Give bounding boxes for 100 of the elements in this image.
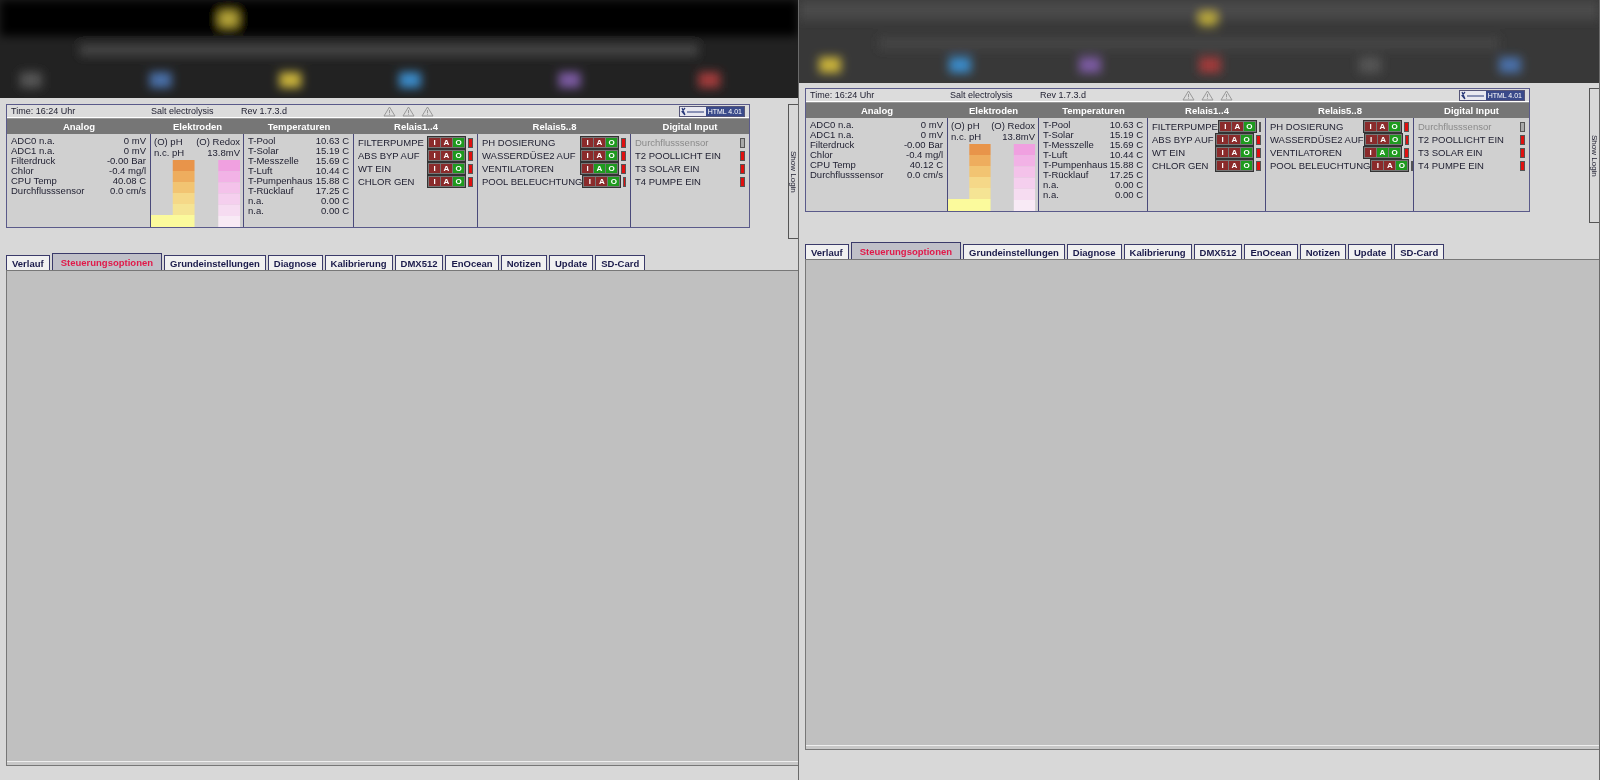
mode-button[interactable]: A [1229, 135, 1240, 144]
mode-button[interactable]: A [441, 164, 452, 173]
tab[interactable]: SD-Card [595, 255, 646, 270]
warning-icon [1201, 89, 1214, 101]
status-led [1256, 134, 1261, 145]
mode-button[interactable]: O [1396, 161, 1408, 170]
sensor-label: CPU Temp [11, 176, 57, 186]
mode-button[interactable]: A [594, 151, 605, 160]
electrode-value: n.c. pH [154, 147, 185, 158]
mode-button[interactable]: I [429, 177, 440, 186]
tab[interactable]: SD-Card [1394, 244, 1445, 259]
tab[interactable]: Grundeinstellungen [164, 255, 266, 270]
status-led [468, 150, 473, 161]
relay-label: FILTERPUMPE [1152, 121, 1218, 132]
temperature-value: 0.00 C [321, 196, 349, 206]
mode-button[interactable]: O [453, 164, 464, 173]
mode-button[interactable]: I [1217, 135, 1228, 144]
mode-button[interactable]: A [1229, 148, 1240, 157]
mode-button[interactable]: O [1241, 135, 1252, 144]
show-login-button[interactable]: Show Login [788, 104, 798, 239]
mode-button[interactable]: A [596, 177, 608, 186]
tab[interactable]: Diagnose [1066, 244, 1122, 259]
mode-button[interactable]: O [1241, 148, 1252, 157]
mode-button[interactable]: O [453, 151, 464, 160]
warning-icon [421, 105, 434, 117]
tab[interactable]: Verlauf [805, 244, 849, 259]
tab[interactable]: Kalibrierung [1123, 244, 1192, 259]
tab[interactable]: Update [549, 255, 594, 270]
tab[interactable]: DMX512 [394, 255, 444, 270]
tab[interactable]: EnOcean [445, 255, 499, 270]
mode-button[interactable]: O [608, 177, 620, 186]
mode-button[interactable]: O [453, 138, 464, 147]
mode-button[interactable]: I [1217, 148, 1228, 157]
time-text: Time: 16:24 Uhr [810, 90, 876, 100]
tab[interactable]: Notizen [500, 255, 547, 270]
mode-button[interactable]: I [582, 164, 593, 173]
mode-button[interactable]: I [1219, 122, 1231, 131]
mode-button[interactable]: I [1365, 148, 1376, 157]
input-label: T2 POOLLICHT EIN [1418, 134, 1504, 145]
mode-button[interactable]: A [1231, 122, 1243, 131]
tab[interactable]: Diagnose [267, 255, 323, 270]
mode-button[interactable]: A [441, 138, 452, 147]
temperature-value: 0.00 C [1115, 180, 1143, 190]
mode-button[interactable]: O [606, 164, 617, 173]
mode-button[interactable]: O [1389, 135, 1401, 144]
tab[interactable]: Notizen [1299, 244, 1346, 259]
tab[interactable]: EnOcean [1244, 244, 1298, 259]
tab[interactable]: Update [1348, 244, 1393, 259]
mode-button[interactable]: A [594, 164, 605, 173]
tab[interactable]: Verlauf [6, 255, 50, 270]
temperature-value: 10.44 C [1109, 150, 1143, 160]
mode-button[interactable]: A [441, 177, 452, 186]
temperature-value: 10.44 C [315, 166, 349, 176]
tab[interactable]: DMX512 [1193, 244, 1243, 259]
sensor-value: 0 mV [123, 136, 146, 146]
relay-label: WT EIN [358, 163, 393, 174]
mode-button[interactable]: I [429, 164, 440, 173]
mode-button[interactable]: O [606, 138, 617, 147]
temperature-value: 10.63 C [1109, 120, 1143, 130]
warning-icon [383, 105, 396, 117]
temperature-label: T-Pool [1043, 120, 1071, 130]
mode-button[interactable]: A [1384, 161, 1396, 170]
relay-label: CHLOR GEN [358, 176, 416, 187]
mode-button[interactable]: I [1365, 135, 1377, 144]
sensor-label: Filterdruck [11, 156, 56, 166]
mode-button[interactable]: A [1377, 148, 1388, 157]
sensor-label: Durchflusssensor [11, 186, 85, 196]
tab[interactable]: Kalibrierung [324, 255, 393, 270]
mode-button[interactable]: I [582, 138, 593, 147]
tab[interactable]: Grundeinstellungen [963, 244, 1065, 259]
mode-button[interactable]: I [429, 138, 440, 147]
mode-button[interactable]: O [1243, 122, 1255, 131]
status-led [468, 176, 473, 187]
show-login-button[interactable]: Show Login [1589, 88, 1599, 223]
temperature-value: 15.19 C [1109, 130, 1143, 140]
mode-button[interactable]: I [429, 151, 440, 160]
temperature-value: 15.69 C [315, 156, 349, 166]
electrode-value: 13.8mV [1002, 131, 1035, 142]
mode-button[interactable]: I [582, 151, 593, 160]
mode-button[interactable]: A [594, 138, 605, 147]
mode-button[interactable]: I [584, 177, 596, 186]
column-header: Digital Input [631, 118, 749, 134]
mode-button[interactable]: A [1377, 135, 1389, 144]
horizontal-scrollbar[interactable] [806, 745, 1599, 749]
mode-button[interactable]: I [1365, 122, 1376, 131]
mode-button[interactable]: O [1241, 161, 1252, 170]
mode-button[interactable]: O [606, 151, 617, 160]
mode-button[interactable]: O [1389, 122, 1400, 131]
mode-button[interactable]: A [1229, 161, 1240, 170]
mode-button[interactable]: O [1389, 148, 1400, 157]
horizontal-scrollbar[interactable] [7, 761, 798, 765]
mode-button[interactable]: O [453, 177, 464, 186]
mode-button[interactable]: A [441, 151, 452, 160]
mode-button[interactable]: I [1217, 161, 1228, 170]
mode-button[interactable]: I [1372, 161, 1384, 170]
mode-button[interactable]: A [1377, 122, 1388, 131]
sensor-value: -0.00 Bar [903, 140, 943, 150]
sensor-value: 0.0 cm/s [110, 186, 146, 196]
mode-text: Salt electrolysis [151, 106, 215, 116]
temperature-value: 17.25 C [315, 186, 349, 196]
